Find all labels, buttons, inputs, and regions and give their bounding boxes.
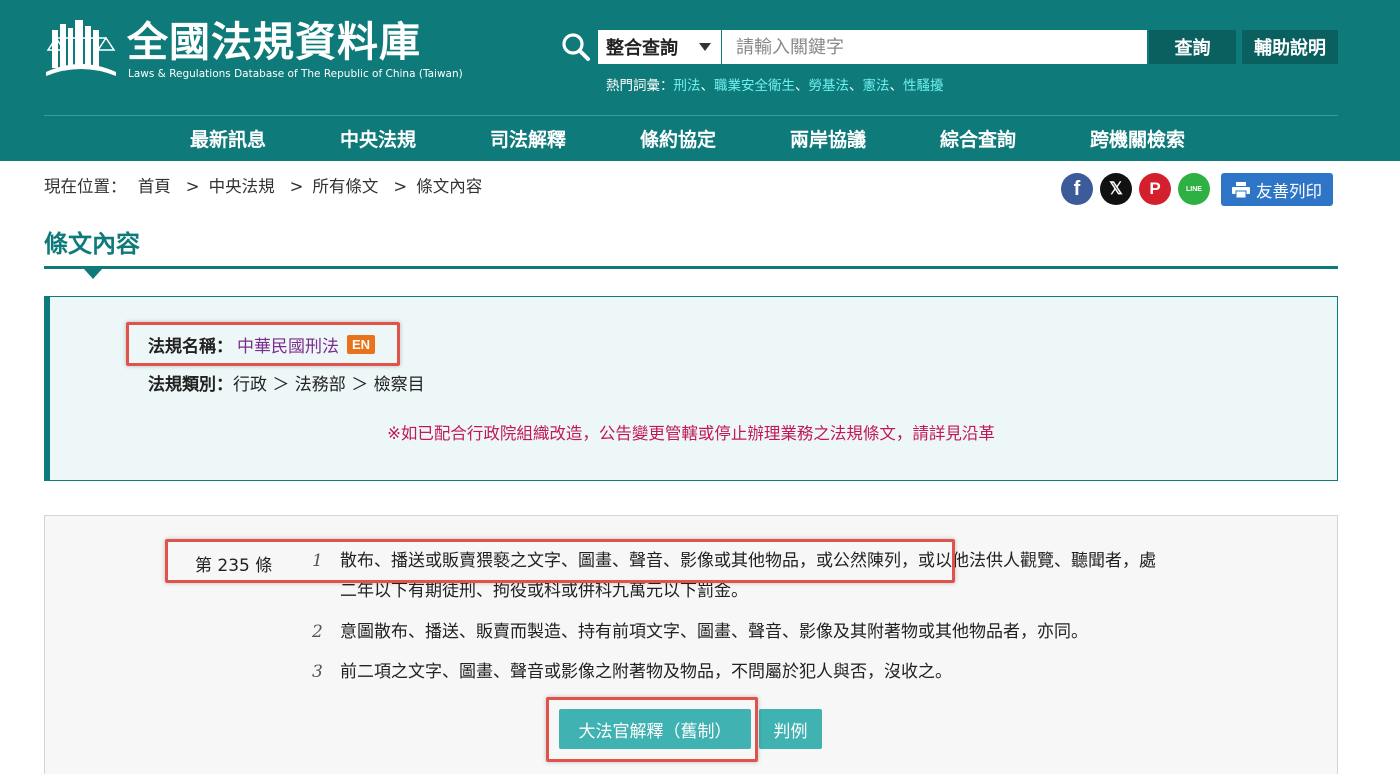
paragraph-text: 前二項之文字、圖畫、聲音或影像之附著物及物品，不問屬於犯人與否，沒收之。 xyxy=(340,662,952,682)
search-scope-select[interactable]: 整合查詢 xyxy=(598,30,721,64)
site-header: 全國法規資料庫 Laws & Regulations Database of T… xyxy=(0,0,1400,161)
search-input[interactable] xyxy=(722,30,1147,64)
hot-word-link[interactable]: 職業安全衛生 xyxy=(714,78,795,94)
hot-words-label: 熱門詞彙： xyxy=(606,78,674,94)
breadcrumb: 現在位置： 首頁 > 中央法規 > 所有條文 > 條文內容 xyxy=(44,177,483,196)
nav-cross-agency-search[interactable]: 跨機關檢索 xyxy=(1090,125,1185,152)
site-title[interactable]: 全國法規資料庫 xyxy=(127,18,421,66)
law-books-scale-icon[interactable] xyxy=(44,16,118,82)
x-share-icon[interactable]: 𝕏 xyxy=(1100,173,1132,205)
law-name-label: 法規名稱： xyxy=(148,337,233,357)
title-notch xyxy=(84,269,102,279)
title-underline xyxy=(44,266,1338,269)
law-category-row: 法規類別：行政 ＞ 法務部 ＞ 檢察目 xyxy=(148,370,425,395)
breadcrumb-current: 條文內容 xyxy=(416,177,483,196)
reorganization-notice: ※如已配合行政院組織改造，公告變更管轄或停止辦理業務之法規條文，請詳見沿革 xyxy=(387,424,995,443)
help-button[interactable]: 輔助說明 xyxy=(1242,30,1338,64)
nav-integrated-search[interactable]: 綜合查詢 xyxy=(940,125,1016,152)
breadcrumb-all-articles[interactable]: 所有條文 xyxy=(312,177,378,196)
page-title: 條文內容 xyxy=(44,230,140,258)
article-number: 第 235 條 xyxy=(195,556,273,576)
paragraph-text: 意圖散布、播送、販賣而製造、持有前項文字、圖畫、聲音、影像及其附著物或其他物品者… xyxy=(340,622,1088,642)
hot-word-link[interactable]: 刑法 xyxy=(674,78,701,94)
plurk-share-icon[interactable]: P xyxy=(1139,173,1171,205)
nav-latest-news[interactable]: 最新訊息 xyxy=(190,125,266,152)
paragraph-text: 散布、播送或販賣猥褻之文字、圖畫、聲音、影像或其他物品，或公然陳列，或以他法供人… xyxy=(340,546,1156,606)
law-category-value: 行政 ＞ 法務部 ＞ 檢察目 xyxy=(233,375,425,395)
paragraph-line: 二年以下有期徒刑、拘役或科或併科九萬元以下罰金。 xyxy=(340,581,748,601)
print-label: 友善列印 xyxy=(1256,181,1322,201)
search-scope-label: 整合查詢 xyxy=(606,38,678,59)
nav-treaties[interactable]: 條約協定 xyxy=(640,125,716,152)
breadcrumb-central-laws[interactable]: 中央法規 xyxy=(209,177,275,196)
line-share-icon[interactable]: LINE xyxy=(1178,173,1210,205)
main-nav: 最新訊息 中央法規 司法解釋 條約協定 兩岸協議 綜合查詢 跨機關檢索 xyxy=(0,116,1400,161)
hot-word-link[interactable]: 憲法 xyxy=(863,78,890,94)
nav-cross-strait[interactable]: 兩岸協議 xyxy=(790,125,866,152)
chevron-down-icon xyxy=(699,43,711,51)
law-category-label: 法規類別： xyxy=(148,375,233,395)
facebook-share-icon[interactable]: f xyxy=(1061,173,1093,205)
site-subtitle: Laws & Regulations Database of The Repub… xyxy=(128,68,463,80)
paragraph-number: 3 xyxy=(312,662,323,682)
hot-word-link[interactable]: 勞基法 xyxy=(809,78,850,94)
paragraph-line: 散布、播送或販賣猥褻之文字、圖畫、聲音、影像或其他物品，或公然陳列，或以他法供人… xyxy=(340,551,1156,571)
nav-judicial-interpretations[interactable]: 司法解釋 xyxy=(490,125,566,152)
law-name-link[interactable]: 中華民國刑法 xyxy=(237,332,339,357)
english-version-badge[interactable]: EN xyxy=(347,335,376,354)
printer-icon xyxy=(1232,181,1250,198)
search-icon xyxy=(562,33,590,61)
precedent-button[interactable]: 判例 xyxy=(759,709,822,749)
search-button[interactable]: 查詢 xyxy=(1149,30,1236,64)
nav-central-laws[interactable]: 中央法規 xyxy=(340,125,416,152)
breadcrumb-label: 現在位置： xyxy=(44,177,127,196)
breadcrumb-home[interactable]: 首頁 xyxy=(138,177,171,196)
paragraph-number: 1 xyxy=(312,551,323,571)
grand-justice-interpretation-button[interactable]: 大法官解釋（舊制） xyxy=(559,709,751,749)
hot-word-link[interactable]: 性騷擾 xyxy=(903,78,944,94)
law-name-row: 法規名稱： 中華民國刑法 EN xyxy=(148,332,376,357)
paragraph-number: 2 xyxy=(312,622,323,642)
hot-words: 熱門詞彙：刑法、職業安全衛生、勞基法、憲法、性騷擾 xyxy=(606,78,944,94)
print-button[interactable]: 友善列印 xyxy=(1221,173,1333,206)
